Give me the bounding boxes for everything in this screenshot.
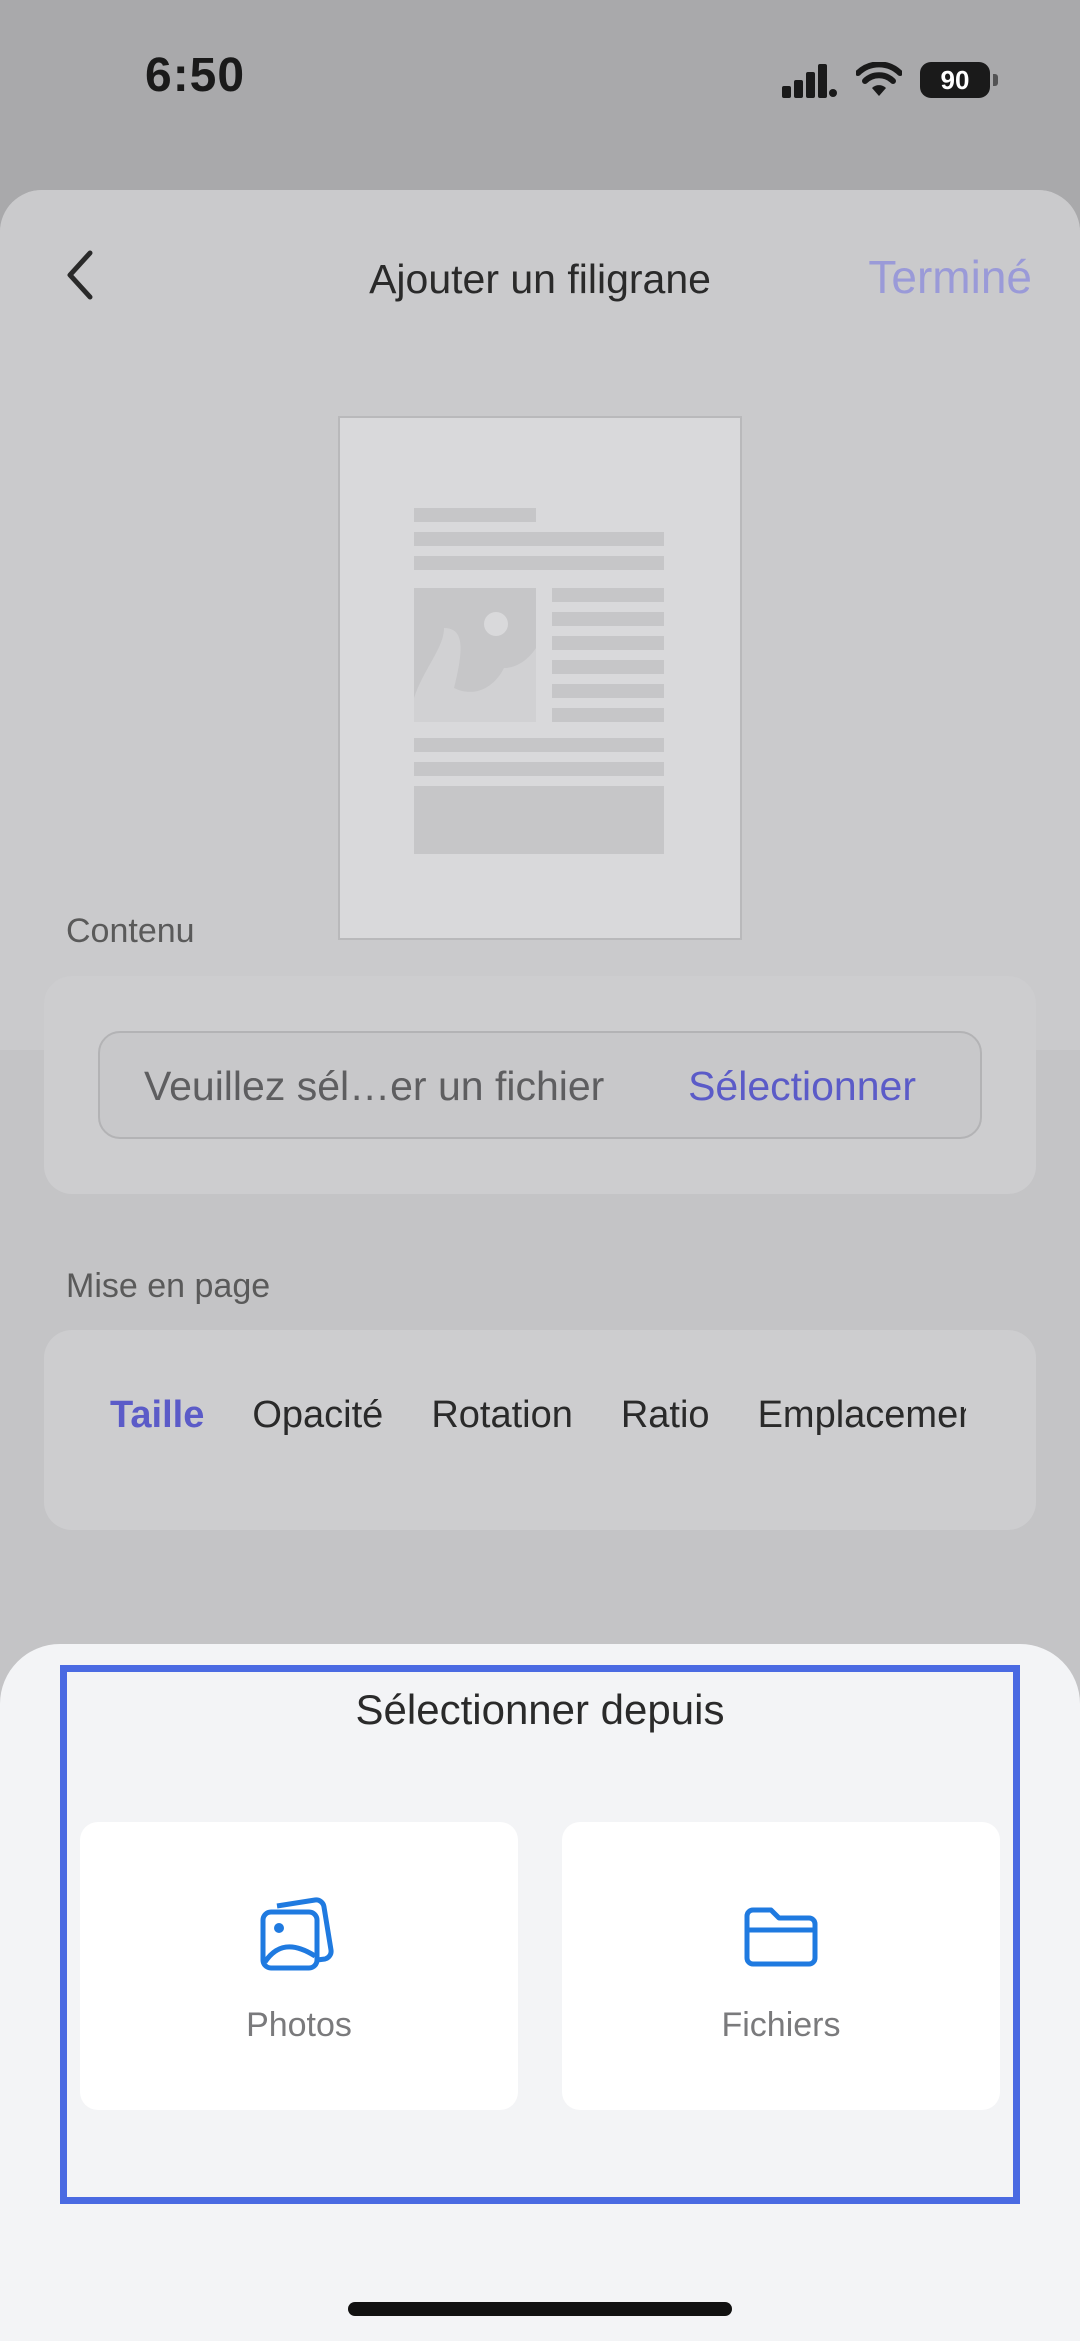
preview-line [552, 636, 664, 650]
tab-opacite[interactable]: Opacité [228, 1394, 407, 1437]
tab-emplacement[interactable]: Emplacement [734, 1394, 966, 1437]
wifi-icon [856, 62, 902, 96]
preview-line [414, 556, 664, 570]
folder-icon [744, 1907, 818, 1967]
preview-line [414, 738, 664, 752]
photos-label: Photos [246, 2006, 352, 2044]
file-field[interactable]: Veuillez sél…er un fichier Sélectionner [98, 1031, 982, 1139]
document-preview [338, 416, 742, 940]
status-icons: 90 [782, 58, 998, 102]
preview-line [414, 532, 664, 546]
photos-option[interactable]: Photos [80, 1822, 518, 2110]
layout-card: Taille Opacité Rotation Ratio Emplacemen… [44, 1330, 1036, 1530]
photos-icon [260, 1897, 334, 1971]
preview-line [414, 762, 664, 776]
files-option[interactable]: Fichiers [562, 1822, 1000, 2110]
preview-line [552, 708, 664, 722]
content-card: Veuillez sél…er un fichier Sélectionner [44, 976, 1036, 1194]
tab-taille[interactable]: Taille [86, 1394, 228, 1437]
home-indicator [348, 2302, 732, 2316]
preview-line [552, 612, 664, 626]
layout-section-label: Mise en page [66, 1267, 271, 1305]
preview-block [414, 786, 664, 854]
sheet-title: Sélectionner depuis [355, 1686, 725, 1733]
files-label: Fichiers [721, 2006, 841, 2044]
status-time: 6:50 [145, 49, 246, 102]
preview-line [552, 660, 664, 674]
done-button[interactable]: Terminé [868, 250, 1032, 304]
battery-level: 90 [940, 64, 970, 95]
tab-ratio[interactable]: Ratio [597, 1394, 734, 1437]
file-placeholder: Veuillez sél…er un fichier [144, 1063, 605, 1109]
preview-image-placeholder [414, 588, 536, 722]
layout-tabs: Taille Opacité Rotation Ratio Emplacemen… [86, 1394, 966, 1437]
preview-line [552, 684, 664, 698]
cellular-signal-icon [782, 64, 837, 98]
image-placeholder-icon [414, 612, 536, 722]
battery-icon: 90 [920, 62, 998, 98]
preview-line [552, 588, 664, 602]
preview-line [414, 508, 536, 522]
tab-rotation[interactable]: Rotation [407, 1394, 597, 1437]
select-file-button[interactable]: Sélectionner [688, 1063, 916, 1110]
content-section-label: Contenu [66, 912, 195, 950]
